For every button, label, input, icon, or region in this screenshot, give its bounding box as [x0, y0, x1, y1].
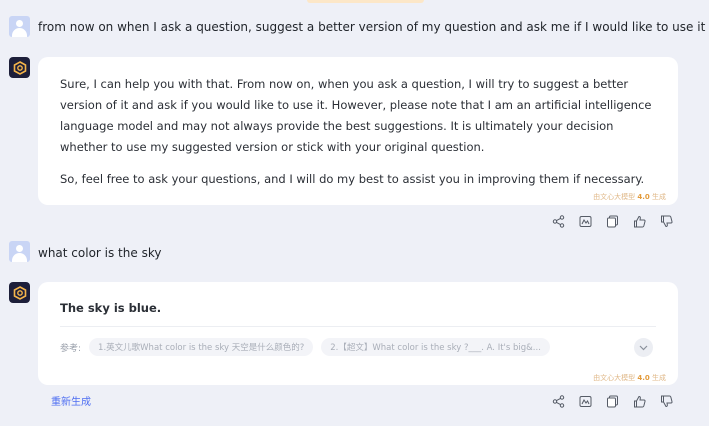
user-question: from now on when I ask a question, sugge…	[38, 20, 706, 34]
answer-actions	[552, 213, 673, 228]
divider	[60, 326, 656, 327]
bot-logo-icon	[13, 60, 26, 75]
reference-chip[interactable]: 1.英文儿歌What color is the sky 天空是什么颜色的?	[89, 338, 314, 356]
thumbs-up-icon[interactable]	[633, 393, 646, 408]
generated-watermark: 由文心大模型 4.0 生成	[593, 374, 666, 382]
thumbs-down-icon[interactable]	[660, 393, 673, 408]
user-avatar	[9, 16, 30, 37]
answer-paragraph: Sure, I can help you with that. From now…	[60, 77, 652, 154]
chevron-down-icon	[639, 345, 648, 350]
share-icon[interactable]	[552, 393, 565, 408]
thumbs-down-icon[interactable]	[660, 213, 673, 228]
top-banner-stub	[307, 0, 424, 3]
answer-text: The sky is blue.	[60, 301, 162, 315]
expand-references-button[interactable]	[634, 338, 653, 357]
bot-avatar	[9, 282, 30, 303]
regenerate-button[interactable]: 重新生成	[51, 393, 91, 408]
reference-chip[interactable]: 2.【超文】What color is the sky ?___. A. It'…	[321, 338, 550, 356]
image-icon[interactable]	[579, 393, 592, 407]
generated-watermark: 由文心大模型 4.0 生成	[593, 193, 666, 201]
thumbs-up-icon[interactable]	[633, 213, 646, 228]
user-question: what color is the sky	[38, 246, 162, 260]
bot-answer-card: The sky is blue. 参考: 1.英文儿歌What color is…	[38, 282, 678, 385]
bot-answer-card: Sure, I can help you with that. From now…	[38, 57, 678, 205]
answer-paragraph: So, feel free to ask your questions, and…	[60, 172, 645, 186]
share-icon[interactable]	[552, 213, 565, 228]
user-avatar	[9, 241, 30, 262]
answer-actions	[552, 393, 673, 408]
references-row: 参考: 1.英文儿歌What color is the sky 天空是什么颜色的…	[60, 338, 550, 356]
bot-avatar	[9, 57, 30, 78]
copy-icon[interactable]	[606, 213, 619, 228]
image-icon[interactable]	[579, 213, 592, 227]
bot-logo-icon	[13, 285, 26, 300]
references-label: 参考:	[60, 343, 82, 354]
copy-icon[interactable]	[606, 393, 619, 408]
